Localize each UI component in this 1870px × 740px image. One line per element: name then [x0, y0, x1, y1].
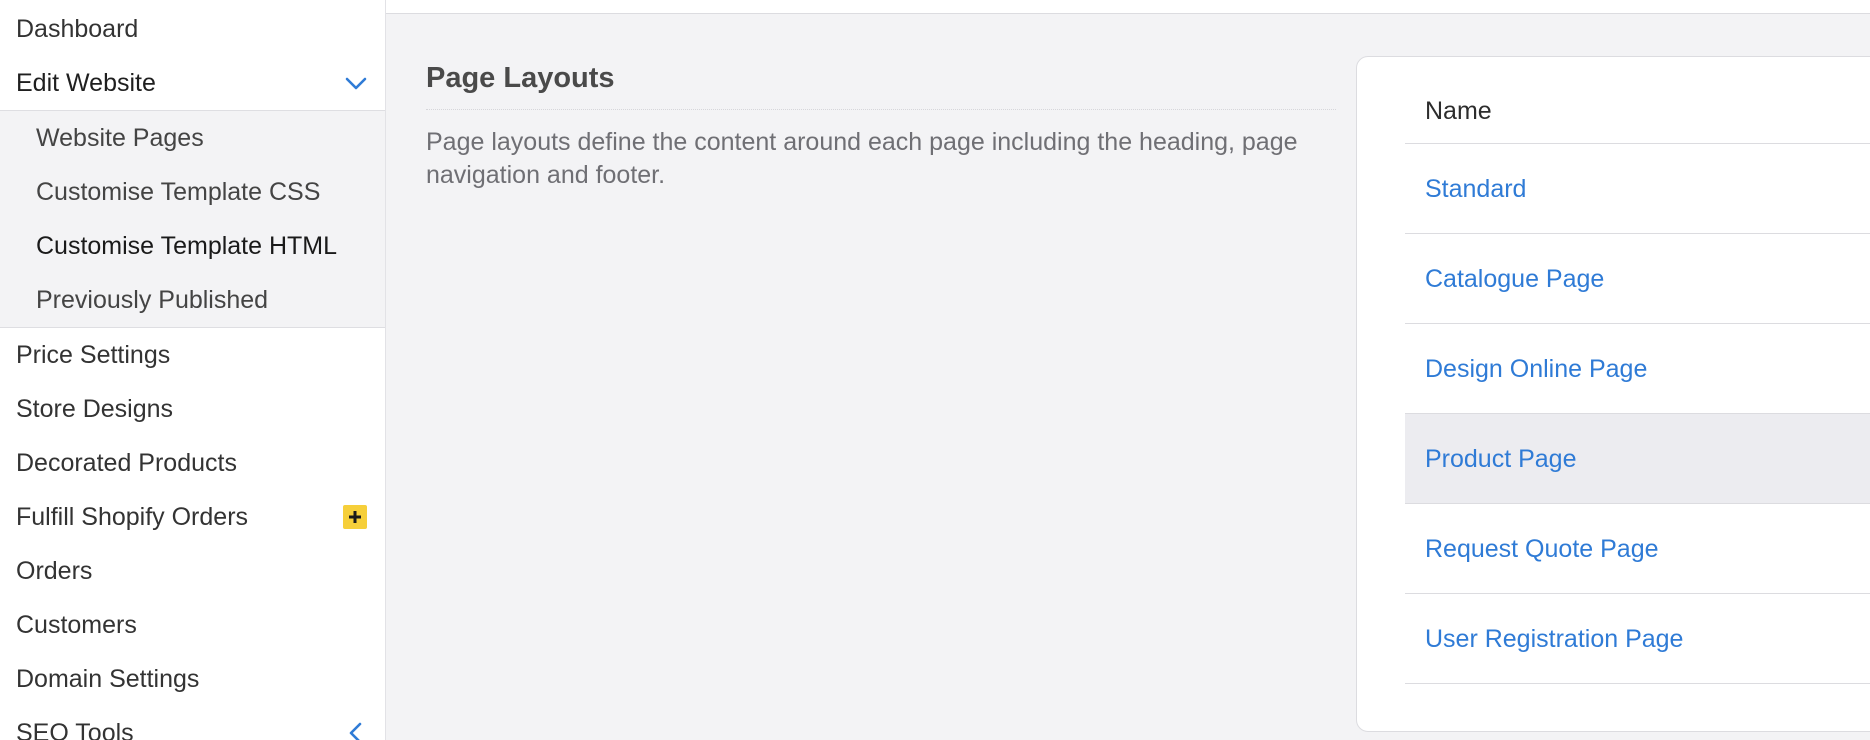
table-row[interactable]: Standard	[1405, 144, 1870, 234]
table-row[interactable]: Request Quote Page	[1405, 504, 1870, 594]
layout-link-catalogue-page[interactable]: Catalogue Page	[1425, 265, 1604, 293]
nav-item-store-designs[interactable]: Store Designs	[0, 382, 385, 436]
nav-item-seo-tools-label: SEO Tools	[16, 719, 134, 740]
nav-item-seo-tools[interactable]: SEO Tools	[0, 706, 385, 740]
nav-item-domain-settings[interactable]: Domain Settings	[0, 652, 385, 706]
layout-link-design-online-page[interactable]: Design Online Page	[1425, 355, 1647, 383]
nav-item-orders[interactable]: Orders	[0, 544, 385, 598]
layout-link-user-registration-page[interactable]: User Registration Page	[1425, 625, 1683, 653]
sidebar: Dashboard Edit Website Website Pages Cus…	[0, 0, 386, 740]
page-title: Page Layouts	[426, 62, 1336, 110]
table-row[interactable]: Catalogue Page	[1405, 234, 1870, 324]
submenu-item-previously-published[interactable]: Previously Published	[0, 273, 385, 327]
top-bar	[386, 0, 1870, 14]
nav-item-price-settings[interactable]: Price Settings	[0, 328, 385, 382]
layout-link-standard[interactable]: Standard	[1425, 175, 1526, 203]
chevron-down-icon[interactable]	[343, 70, 369, 96]
layouts-table: Name Standard Catalogue Page Design Onli…	[1405, 57, 1870, 684]
layout-link-request-quote-page[interactable]: Request Quote Page	[1425, 535, 1659, 563]
layouts-card: Name Standard Catalogue Page Design Onli…	[1356, 56, 1870, 732]
nav-item-edit-website-label: Edit Website	[16, 69, 156, 97]
table-row[interactable]: Design Online Page	[1405, 324, 1870, 414]
submenu-item-website-pages[interactable]: Website Pages	[0, 111, 385, 165]
plus-icon	[343, 505, 367, 529]
submenu-item-customise-template-html[interactable]: Customise Template HTML	[0, 219, 385, 273]
layout-link-product-page[interactable]: Product Page	[1425, 445, 1577, 473]
table-row-hovered[interactable]: Product Page	[1405, 414, 1870, 504]
edit-website-submenu: Website Pages Customise Template CSS Cus…	[0, 110, 385, 328]
column-header-name[interactable]: Name	[1405, 57, 1870, 144]
submenu-item-customise-template-css[interactable]: Customise Template CSS	[0, 165, 385, 219]
nav-item-customers[interactable]: Customers	[0, 598, 385, 652]
nav-item-edit-website[interactable]: Edit Website	[0, 56, 385, 110]
nav-item-fulfill-shopify-orders-label: Fulfill Shopify Orders	[16, 503, 249, 531]
nav-item-fulfill-shopify-orders[interactable]: Fulfill Shopify Orders	[0, 490, 385, 544]
table-row[interactable]: User Registration Page	[1405, 594, 1870, 684]
nav-item-decorated-products[interactable]: Decorated Products	[0, 436, 385, 490]
chevron-left-icon[interactable]	[343, 720, 369, 740]
nav-item-dashboard[interactable]: Dashboard	[0, 0, 385, 56]
page-description: Page layouts define the content around e…	[426, 128, 1298, 189]
page-intro: Page Layouts Page layouts define the con…	[426, 62, 1336, 192]
